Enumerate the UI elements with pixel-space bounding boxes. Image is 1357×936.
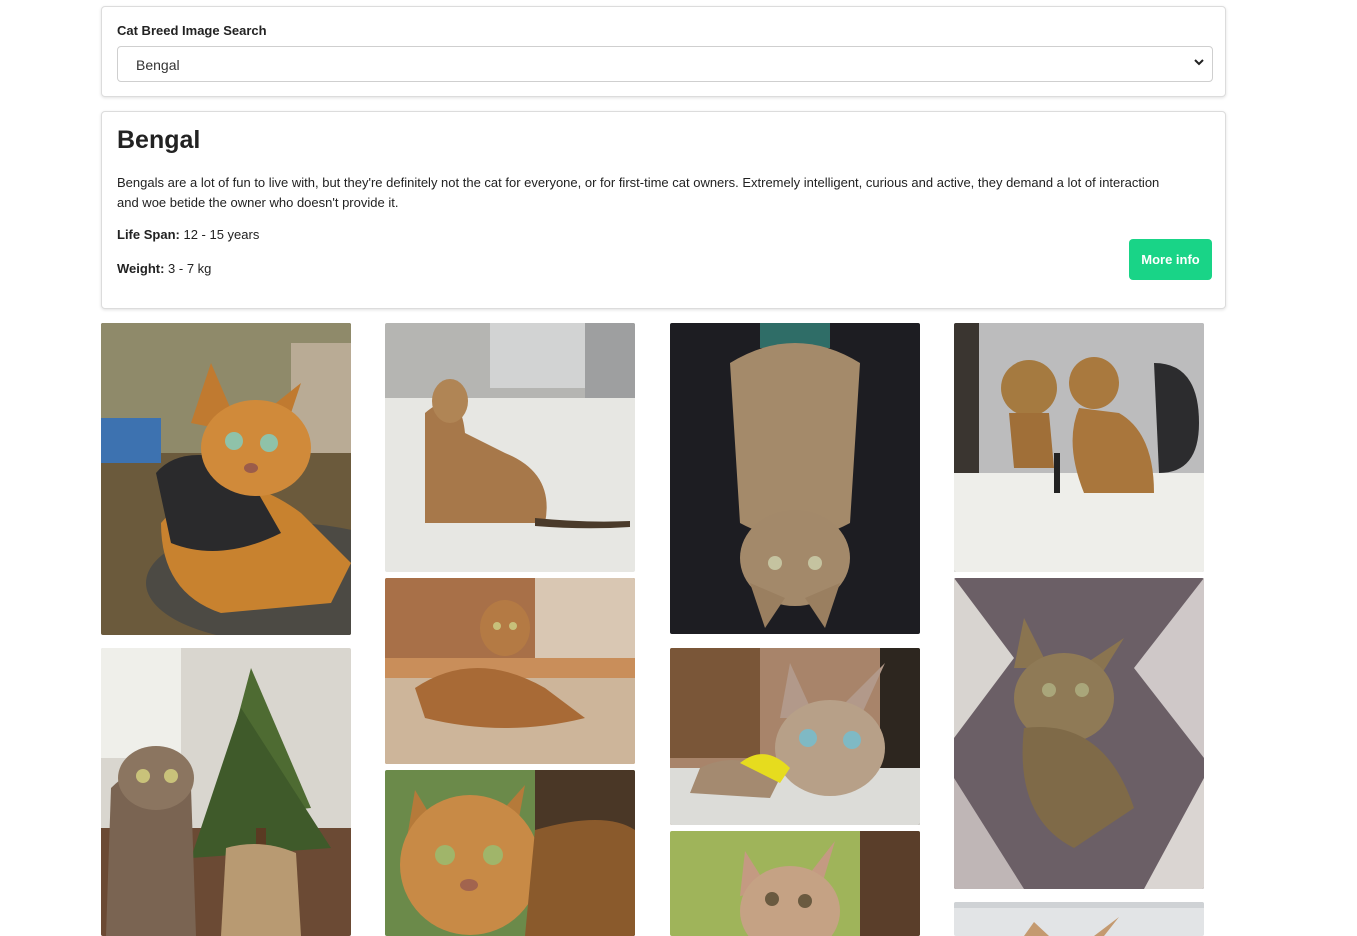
cat-image-partial[interactable]	[954, 902, 1204, 936]
search-card: Cat Breed Image Search Bengal	[101, 6, 1226, 97]
cat-image-kitten[interactable]	[670, 831, 920, 936]
life-span: Life Span: 12 - 15 years	[117, 227, 259, 242]
breed-select[interactable]: Bengal	[117, 46, 1213, 82]
breed-select-value: Bengal	[136, 57, 180, 73]
cat-image-mirror[interactable]	[954, 323, 1204, 572]
weight-value: 3 - 7 kg	[168, 261, 212, 276]
breed-info-card: Bengal Bengals are a lot of fun to live …	[101, 111, 1226, 309]
cat-image-with-toy[interactable]	[670, 648, 920, 825]
cat-image-harness-outdoor[interactable]	[101, 323, 351, 635]
weight-label: Weight:	[117, 261, 165, 276]
cat-image-christmas-tree[interactable]	[101, 648, 351, 936]
cat-image-closeup[interactable]	[385, 770, 635, 936]
cat-image-upside-down[interactable]	[670, 323, 920, 634]
cat-image-fur-blanket[interactable]	[954, 578, 1204, 889]
breed-title: Bengal	[117, 126, 201, 154]
life-span-label: Life Span:	[117, 227, 180, 242]
life-span-value: 12 - 15 years	[183, 227, 260, 242]
cat-image-sitting-floor[interactable]	[385, 323, 635, 572]
search-label: Cat Breed Image Search	[117, 23, 267, 38]
more-info-button[interactable]: More info	[1129, 239, 1212, 280]
cat-image-on-bed[interactable]	[385, 578, 635, 764]
breed-description: Bengals are a lot of fun to live with, b…	[117, 175, 1160, 210]
chevron-down-icon	[1194, 59, 1204, 66]
weight: Weight: 3 - 7 kg	[117, 261, 211, 276]
